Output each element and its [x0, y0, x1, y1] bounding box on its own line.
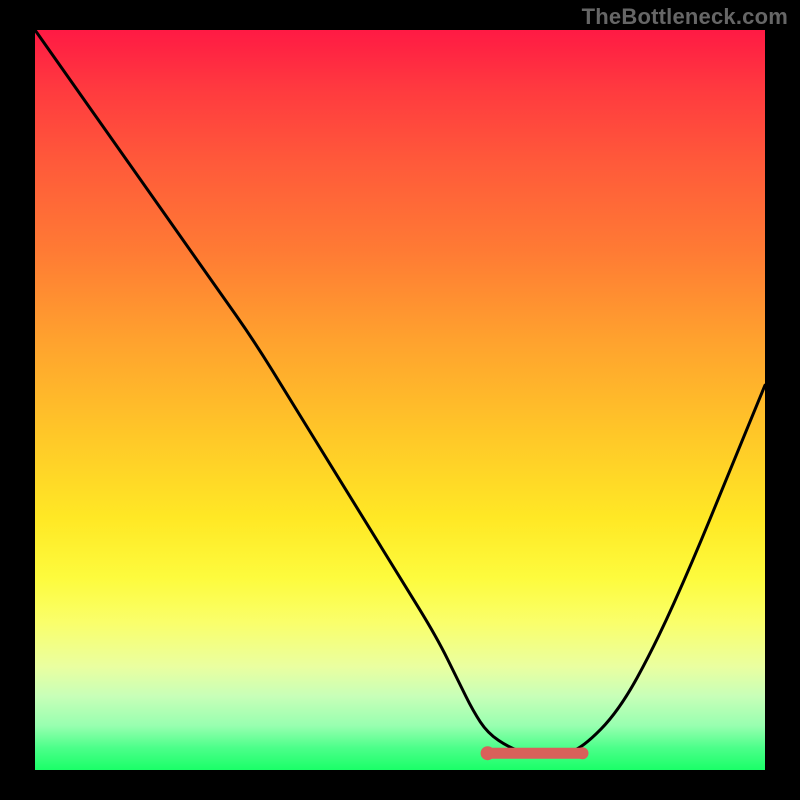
bottleneck-curve: [35, 30, 765, 755]
watermark-text: TheBottleneck.com: [582, 4, 788, 30]
curve-overlay-svg: [35, 30, 765, 770]
